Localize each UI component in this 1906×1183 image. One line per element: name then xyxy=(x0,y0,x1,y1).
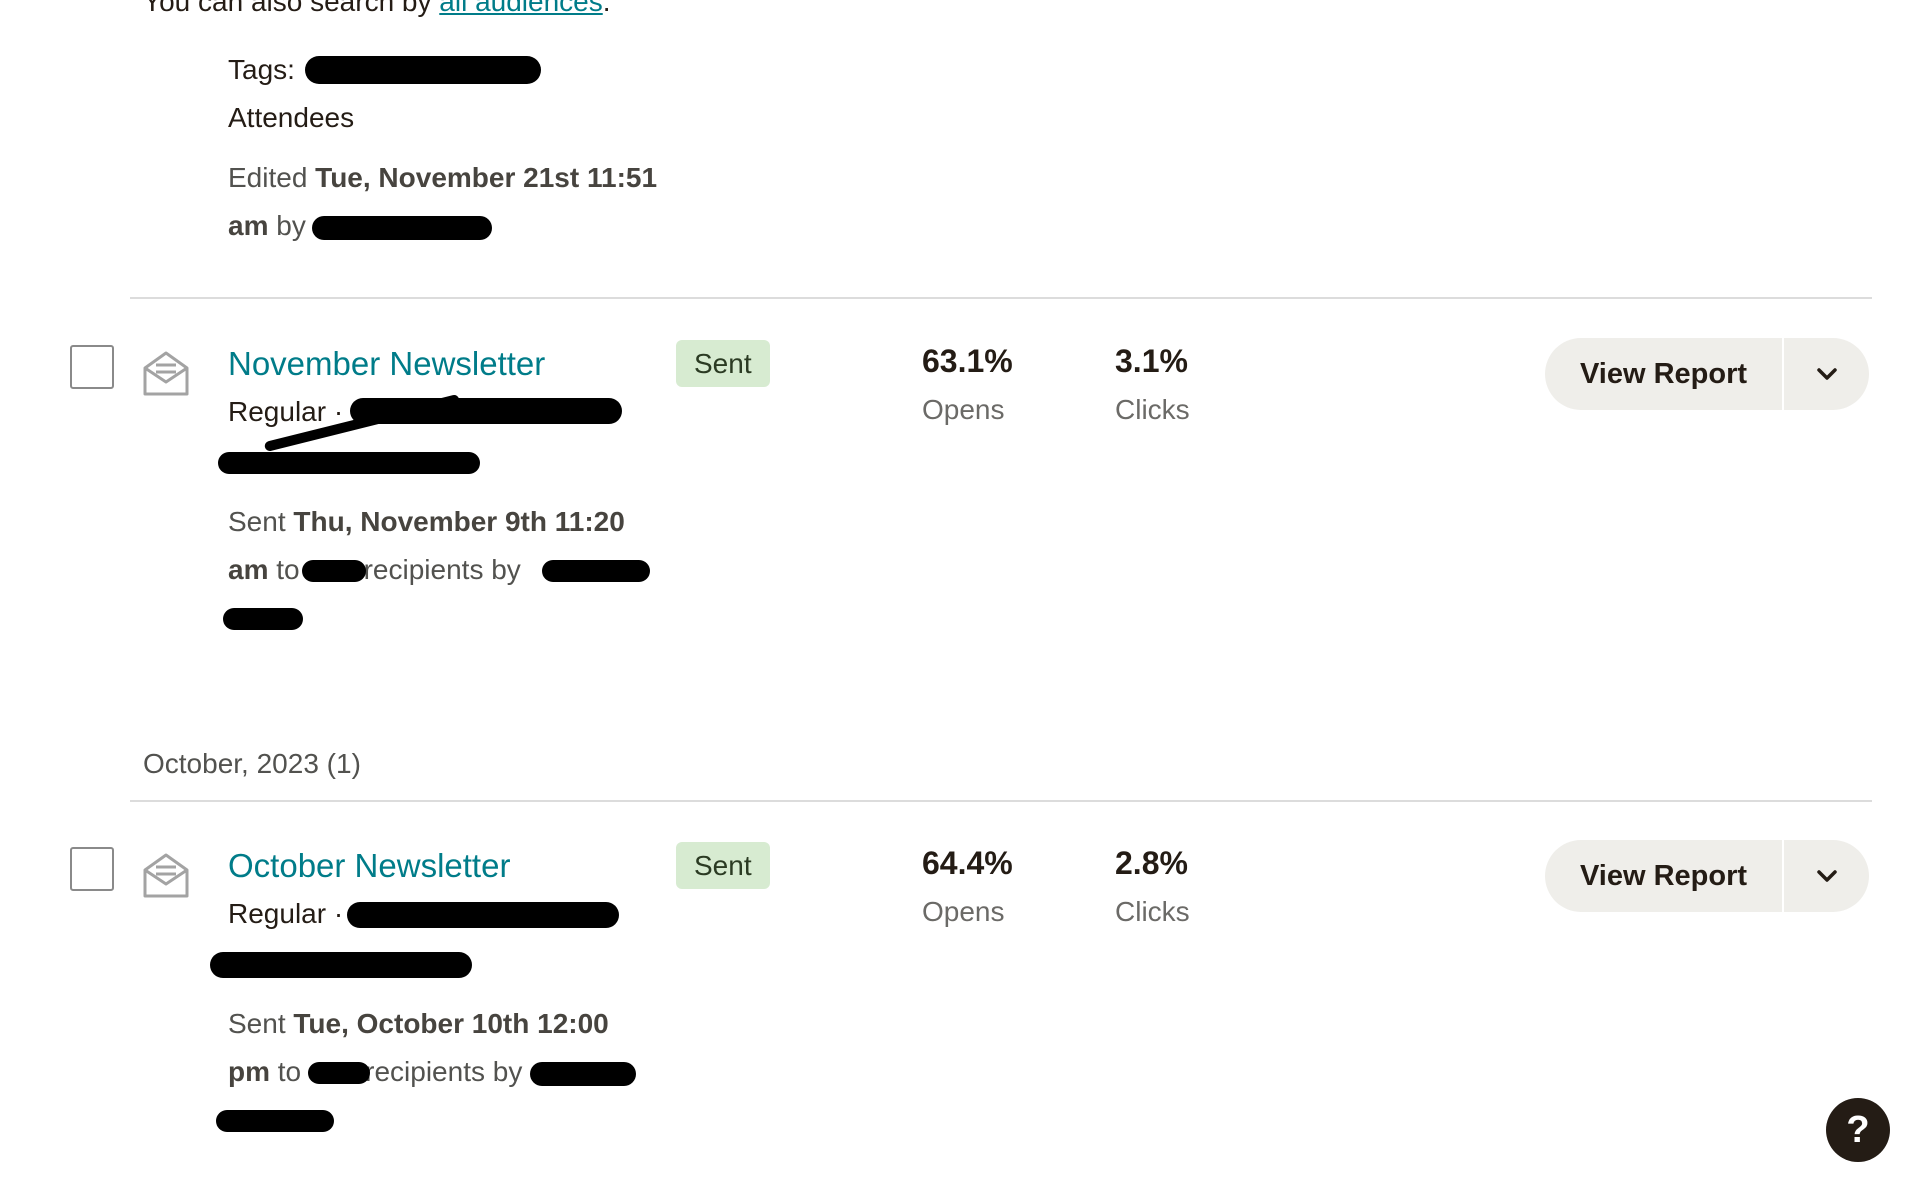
view-report-button[interactable]: View Report xyxy=(1545,338,1784,410)
redaction xyxy=(542,560,650,582)
redaction xyxy=(305,56,541,84)
status-badge: Sent xyxy=(676,340,770,387)
help-button[interactable]: ? xyxy=(1826,1098,1890,1162)
clicks-label: Clicks xyxy=(1115,896,1190,927)
campaign-title-link[interactable]: November Newsletter xyxy=(228,345,545,383)
edited-line: Edited Tue, November 21st 11:51 xyxy=(228,162,658,193)
redaction xyxy=(312,216,492,240)
chevron-down-icon xyxy=(1816,368,1837,380)
campaign-title-link[interactable]: October Newsletter xyxy=(228,847,510,885)
select-checkbox[interactable] xyxy=(70,345,114,389)
view-report-button[interactable]: View Report xyxy=(1545,840,1784,912)
tags-line: Tags: xyxy=(228,54,295,85)
month-group-header: October, 2023 (1) xyxy=(143,748,361,779)
row-divider xyxy=(130,297,1872,299)
report-button-group: View Report xyxy=(1545,840,1869,912)
redaction xyxy=(302,560,366,582)
redaction xyxy=(218,452,480,474)
clicks-value: 3.1% xyxy=(1115,343,1188,379)
more-actions-dropdown[interactable] xyxy=(1784,840,1869,912)
edited-line-2: am by xyxy=(228,210,306,241)
redaction xyxy=(308,1062,370,1084)
all-audiences-link[interactable]: all audiences xyxy=(439,0,602,17)
redaction xyxy=(530,1062,636,1086)
opens-value: 64.4% xyxy=(922,845,1013,881)
row-divider xyxy=(130,800,1872,802)
envelope-open-icon xyxy=(143,351,189,396)
sent-line: Sent Thu, November 9th 11:20 xyxy=(228,506,625,537)
redaction xyxy=(223,608,303,630)
status-badge: Sent xyxy=(676,842,770,889)
redaction xyxy=(210,952,472,978)
opens-label: Opens xyxy=(922,896,1005,927)
sent-line: Sent Tue, October 10th 12:00 xyxy=(228,1008,609,1039)
select-checkbox[interactable] xyxy=(70,847,114,891)
chevron-down-icon xyxy=(1816,870,1837,882)
clicks-value: 2.8% xyxy=(1115,845,1188,881)
tag-value: Attendees xyxy=(228,102,355,133)
search-hint: You can also search by all audiences. xyxy=(143,0,611,18)
more-actions-dropdown[interactable] xyxy=(1784,338,1869,410)
clicks-label: Clicks xyxy=(1115,394,1190,425)
redaction xyxy=(216,1110,334,1132)
opens-label: Opens xyxy=(922,394,1005,425)
redaction xyxy=(347,902,619,928)
campaign-type: Regular · xyxy=(228,898,344,929)
envelope-open-icon xyxy=(143,853,189,898)
sent-line-2: am to recipients by xyxy=(228,554,521,585)
sent-line-2: pm to recipients by xyxy=(228,1056,523,1087)
report-button-group: View Report xyxy=(1545,338,1869,410)
opens-value: 63.1% xyxy=(922,343,1013,379)
